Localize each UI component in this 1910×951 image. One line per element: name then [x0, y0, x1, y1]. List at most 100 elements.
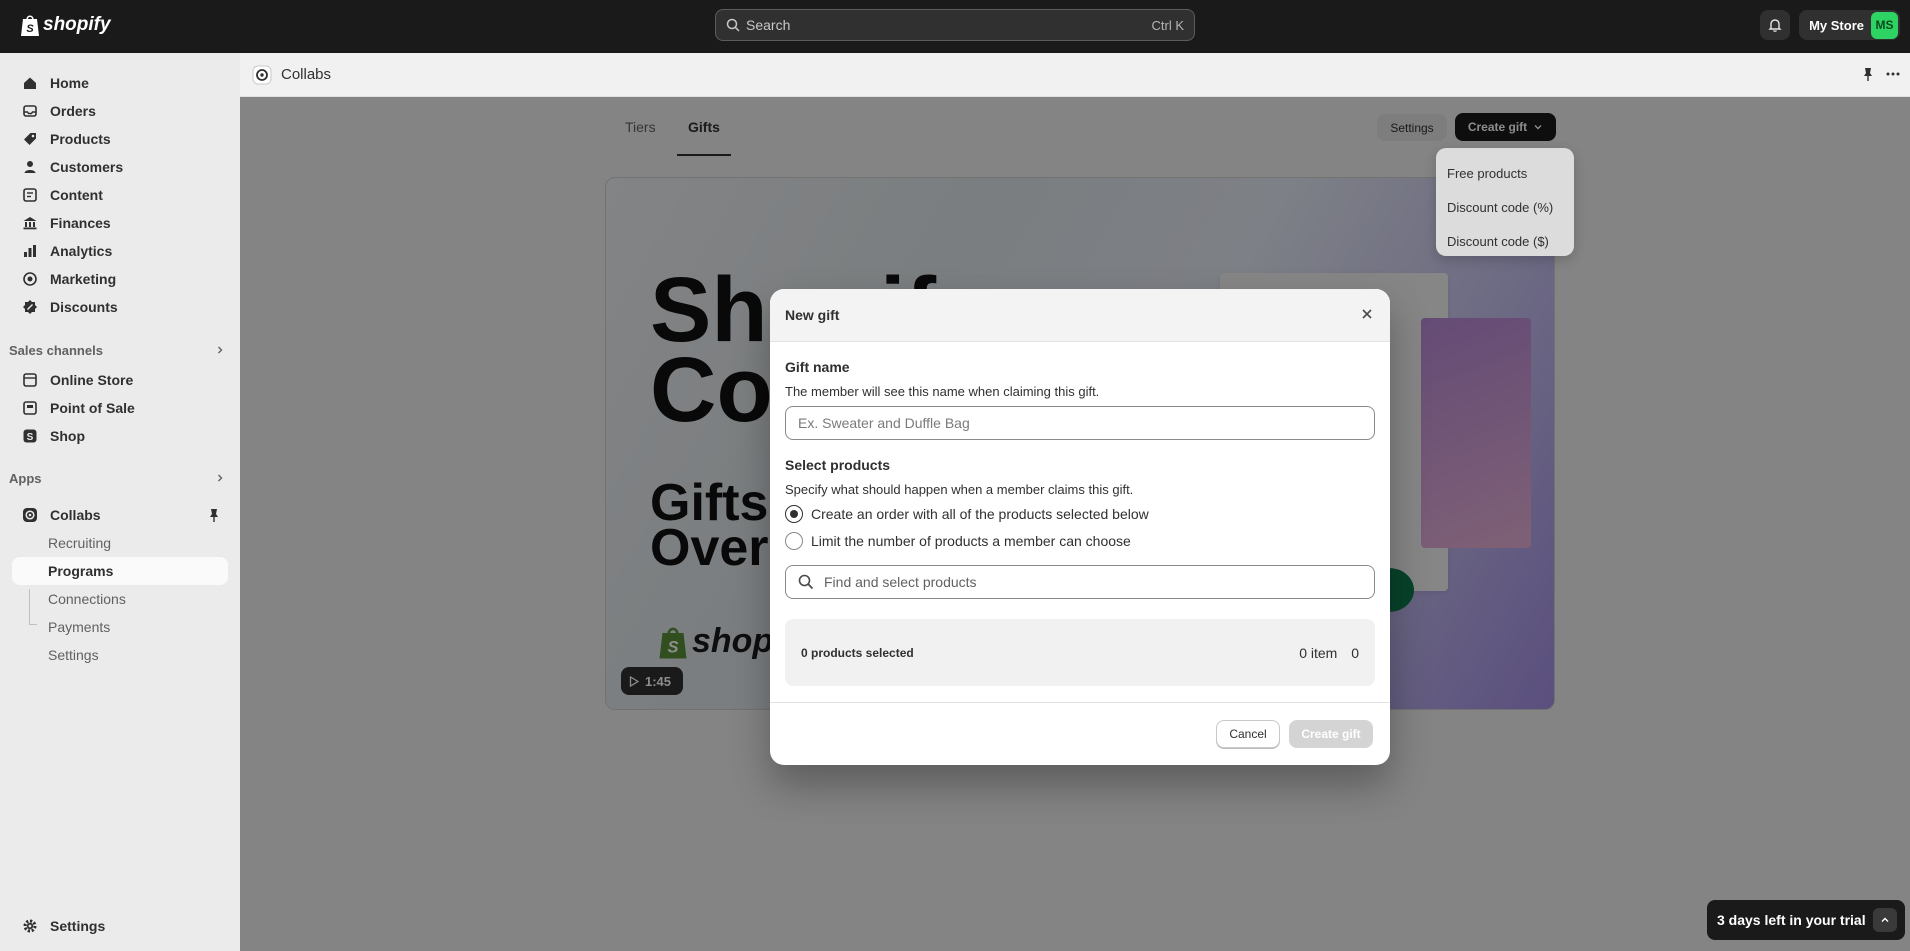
sidebar-item-label: Connections: [48, 591, 126, 607]
sidebar-item-settings[interactable]: Settings: [12, 912, 228, 940]
gift-name-input[interactable]: [785, 406, 1375, 440]
sidebar-item-content[interactable]: Content: [12, 181, 228, 209]
summary-items: 0 item: [1299, 644, 1338, 661]
avatar: MS: [1871, 11, 1898, 39]
bank-icon: [22, 215, 38, 231]
brand-name: shopify: [43, 14, 111, 35]
sidebar-item-analytics[interactable]: Analytics: [12, 237, 228, 265]
pin-icon[interactable]: [1860, 66, 1876, 82]
inbox-icon: [22, 103, 38, 119]
apps-header[interactable]: Apps: [9, 468, 225, 488]
menu-item-discount-percent[interactable]: Discount code (%): [1436, 190, 1574, 224]
sidebar-item-connections[interactable]: Connections: [12, 585, 228, 613]
radio-label: Limit the number of products a member ca…: [811, 533, 1131, 549]
product-search-input[interactable]: Find and select products: [785, 565, 1375, 599]
modal-title: New gift: [785, 307, 840, 323]
menu-item-discount-amount[interactable]: Discount code ($): [1436, 224, 1574, 258]
collabs-icon: [252, 65, 272, 84]
collabs-icon: [22, 507, 38, 523]
sidebar-item-label: Analytics: [50, 243, 113, 259]
sidebar-item-label: Payments: [48, 619, 111, 635]
notifications-button[interactable]: [1760, 10, 1790, 40]
store-name: My Store: [1809, 17, 1864, 33]
shopify-logo[interactable]: S shopify: [20, 13, 111, 37]
chevron-right-icon: [218, 474, 223, 482]
summary-count: 0: [1351, 644, 1359, 661]
chevron-right-icon: [218, 346, 223, 354]
sidebar-item-recruiting[interactable]: Recruiting: [12, 529, 228, 557]
create-gift-submit-button[interactable]: Create gift: [1289, 720, 1373, 748]
products-summary: 0 products selected 0 item 0: [785, 619, 1375, 686]
sidebar-item-label: Shop: [50, 428, 85, 444]
shopify-bag-icon: S: [21, 15, 39, 36]
app-header: Collabs: [240, 53, 1910, 97]
menu-item-free-products[interactable]: Free products: [1436, 156, 1574, 190]
sidebar-item-collabs[interactable]: Collabs: [12, 501, 228, 529]
products-selected-count: 0 products selected: [801, 645, 914, 660]
target-icon: [22, 271, 38, 287]
sidebar-item-orders[interactable]: Orders: [12, 97, 228, 125]
modal-header: New gift: [770, 289, 1390, 342]
document-icon: [22, 187, 38, 203]
sidebar-item-app-settings[interactable]: Settings: [12, 641, 228, 669]
sidebar-item-payments[interactable]: Payments: [12, 613, 228, 641]
gift-name-title: Gift name: [785, 359, 850, 375]
sidebar-item-finances[interactable]: Finances: [12, 209, 228, 237]
sidebar-item-label: Orders: [50, 103, 96, 119]
top-bar: S shopify Search Ctrl K My Store MS: [0, 0, 1910, 53]
expand-trial-button[interactable]: [1873, 908, 1897, 932]
create-gift-menu: Free products Discount code (%) Discount…: [1436, 148, 1574, 256]
close-icon[interactable]: [1360, 307, 1374, 321]
sidebar-item-point-of-sale[interactable]: Point of Sale: [12, 394, 228, 422]
sidebar-item-label: Settings: [48, 647, 99, 663]
search-icon: [798, 574, 814, 590]
sidebar-item-products[interactable]: Products: [12, 125, 228, 153]
gift-name-help: The member will see this name when claim…: [785, 384, 1100, 399]
cancel-button[interactable]: Cancel: [1216, 720, 1280, 748]
pos-icon: [22, 400, 38, 416]
select-products-help: Specify what should happen when a member…: [785, 482, 1134, 497]
sidebar-item-label: Products: [50, 131, 111, 147]
new-gift-modal: New gift Gift name The member will see t…: [770, 289, 1390, 765]
trial-banner[interactable]: 3 days left in your trial: [1707, 900, 1905, 940]
sidebar-item-marketing[interactable]: Marketing: [12, 265, 228, 293]
sidebar-item-label: Programs: [48, 563, 114, 579]
discount-icon: [22, 299, 38, 315]
sidebar: Home Orders Products Customers Content F…: [0, 53, 240, 951]
chart-icon: [22, 243, 38, 259]
search-bar[interactable]: Search Ctrl K: [715, 9, 1195, 41]
pin-icon[interactable]: [206, 507, 222, 523]
modal-footer: Cancel Create gift: [770, 702, 1390, 765]
sales-channels-label: Sales channels: [9, 342, 103, 358]
sidebar-item-label: Collabs: [50, 507, 101, 523]
sidebar-item-label: Discounts: [50, 299, 118, 315]
sidebar-item-home[interactable]: Home: [12, 69, 228, 97]
svg-text:S: S: [27, 432, 34, 443]
tag-icon: [22, 131, 38, 147]
radio-limit-products[interactable]: Limit the number of products a member ca…: [785, 532, 1131, 550]
sidebar-item-label: Marketing: [50, 271, 117, 287]
radio-button[interactable]: [785, 532, 803, 550]
sidebar-item-discounts[interactable]: Discounts: [12, 293, 228, 321]
person-icon: [22, 159, 38, 175]
product-search-placeholder: Find and select products: [824, 574, 977, 590]
select-products-title: Select products: [785, 457, 891, 473]
sidebar-item-label: Point of Sale: [50, 400, 135, 416]
sidebar-item-label: Home: [50, 75, 89, 91]
store-menu-button[interactable]: My Store MS: [1799, 10, 1900, 40]
sales-channels-header[interactable]: Sales channels: [9, 340, 225, 360]
sidebar-item-label: Finances: [50, 215, 111, 231]
app-title: Collabs: [281, 66, 332, 83]
sidebar-item-customers[interactable]: Customers: [12, 153, 228, 181]
radio-label: Create an order with all of the products…: [811, 506, 1149, 522]
sidebar-item-online-store[interactable]: Online Store: [12, 366, 228, 394]
radio-button-checked[interactable]: [785, 505, 803, 523]
sidebar-item-shop[interactable]: S Shop: [12, 422, 228, 450]
search-shortcut: Ctrl K: [1151, 17, 1185, 33]
radio-create-order[interactable]: Create an order with all of the products…: [785, 505, 1149, 523]
sidebar-item-label: Content: [50, 187, 103, 203]
sidebar-item-programs[interactable]: Programs: [12, 557, 228, 585]
shop-icon: S: [22, 428, 38, 444]
more-options-icon[interactable]: [1885, 66, 1901, 82]
bell-icon: [1768, 19, 1782, 32]
